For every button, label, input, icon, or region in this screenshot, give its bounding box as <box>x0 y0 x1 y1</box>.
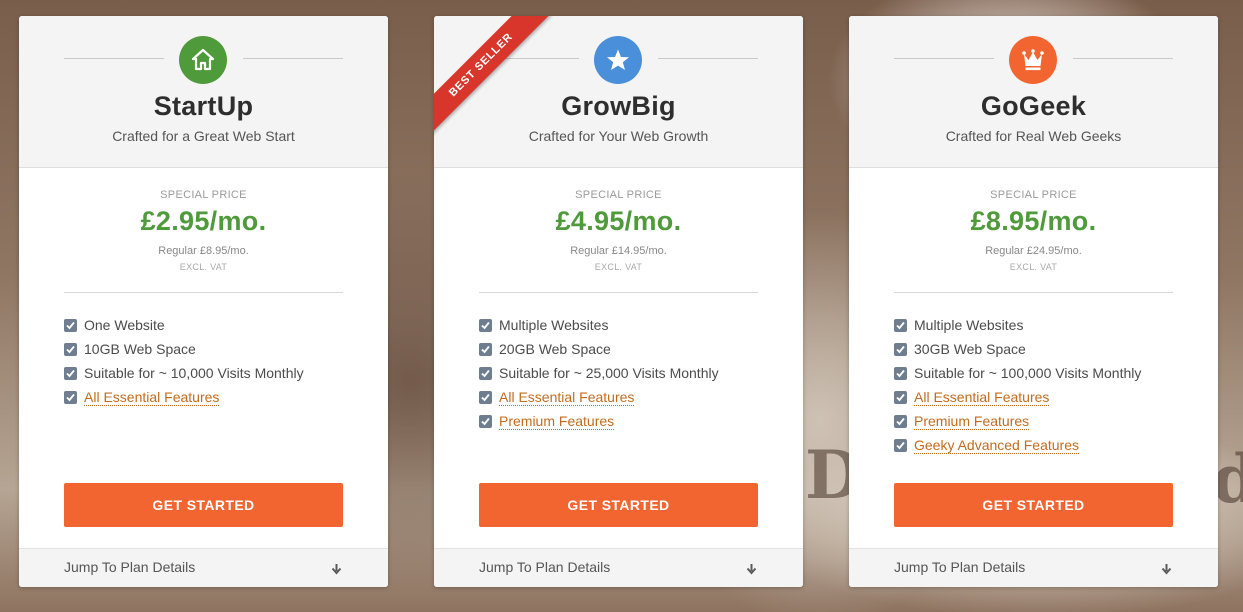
plan-name: GoGeek <box>980 91 1087 121</box>
premium-features-link[interactable]: Premium Features <box>499 413 615 430</box>
special-price-label: SPECIAL PRICE <box>575 189 662 201</box>
all-essential-features-link[interactable]: All Essential Features <box>499 389 635 406</box>
crown-icon <box>1009 36 1057 84</box>
checkbox-checked-icon <box>479 414 492 428</box>
checkbox-checked-icon <box>64 366 77 380</box>
checkbox-checked-icon <box>479 318 492 332</box>
checkbox-checked-icon <box>894 414 907 428</box>
feature-item: All Essential Features <box>64 385 304 409</box>
checkbox-checked-icon <box>894 318 907 332</box>
feature-item: Multiple Websites <box>479 313 719 337</box>
checkbox-checked-icon <box>64 390 77 404</box>
feature-item: All Essential Features <box>894 385 1141 409</box>
all-essential-features-link[interactable]: All Essential Features <box>914 389 1050 406</box>
feature-item: 10GB Web Space <box>64 337 304 361</box>
feature-label: 20GB Web Space <box>499 341 611 357</box>
regular-price: Regular £14.95/mo. <box>570 245 667 257</box>
checkbox-checked-icon <box>64 318 77 332</box>
vat-note: EXCL. VAT <box>1009 262 1058 272</box>
plan-price: £8.95/mo. <box>970 206 1097 236</box>
feature-label: Suitable for ~ 100,000 Visits Monthly <box>914 365 1142 381</box>
get-started-button[interactable]: GET STARTED <box>479 483 758 527</box>
all-essential-features-link[interactable]: All Essential Features <box>84 389 220 406</box>
arrow-down-icon <box>1161 562 1172 580</box>
best-seller-ribbon-label: BEST SELLER <box>434 16 551 135</box>
regular-price: Regular £24.95/mo. <box>985 245 1082 257</box>
vat-note: EXCL. VAT <box>179 262 228 272</box>
jump-to-plan-details-label: Jump To Plan Details <box>64 559 196 575</box>
plan-name: StartUp <box>153 91 254 121</box>
header-divider-right <box>243 58 343 59</box>
price-divider <box>64 292 343 293</box>
arrow-down-icon <box>331 562 342 580</box>
feature-label: One Website <box>84 317 165 333</box>
checkbox-checked-icon <box>894 366 907 380</box>
geeky-advanced-features-link[interactable]: Geeky Advanced Features <box>914 437 1079 454</box>
checkbox-checked-icon <box>894 438 907 452</box>
plan-price: £2.95/mo. <box>140 206 267 236</box>
header-divider-left <box>894 58 994 59</box>
feature-item: 20GB Web Space <box>479 337 719 361</box>
feature-item: Suitable for ~ 10,000 Visits Monthly <box>64 361 304 385</box>
checkbox-checked-icon <box>64 342 77 356</box>
header-divider-right <box>658 58 758 59</box>
jump-to-plan-details[interactable]: Jump To Plan Details <box>434 548 803 587</box>
feature-list: Multiple Websites 20GB Web Space Suitabl… <box>479 313 719 433</box>
plan-price: £4.95/mo. <box>555 206 682 236</box>
plan-subtitle: Crafted for a Great Web Start <box>112 128 295 144</box>
price-divider <box>894 292 1173 293</box>
jump-to-plan-details-label: Jump To Plan Details <box>479 559 611 575</box>
checkbox-checked-icon <box>479 366 492 380</box>
feature-label: Suitable for ~ 25,000 Visits Monthly <box>499 365 719 381</box>
feature-label: Suitable for ~ 10,000 Visits Monthly <box>84 365 304 381</box>
special-price-label: SPECIAL PRICE <box>160 189 247 201</box>
vat-note: EXCL. VAT <box>594 262 643 272</box>
feature-label: 30GB Web Space <box>914 341 1026 357</box>
jump-to-plan-details-label: Jump To Plan Details <box>894 559 1026 575</box>
jump-to-plan-details[interactable]: Jump To Plan Details <box>19 548 388 587</box>
price-divider <box>479 292 758 293</box>
feature-item: Multiple Websites <box>894 313 1141 337</box>
plan-card-gogeek: GoGeek Crafted for Real Web Geeks SPECIA… <box>849 16 1218 587</box>
price-block: SPECIAL PRICE £4.95/mo. Regular £14.95/m… <box>434 189 803 272</box>
plan-subtitle: Crafted for Real Web Geeks <box>945 128 1122 144</box>
feature-item: Suitable for ~ 25,000 Visits Monthly <box>479 361 719 385</box>
plan-card-startup: StartUp Crafted for a Great Web Start SP… <box>19 16 388 587</box>
premium-features-link[interactable]: Premium Features <box>914 413 1030 430</box>
get-started-button[interactable]: GET STARTED <box>64 483 343 527</box>
feature-list: Multiple Websites 30GB Web Space Suitabl… <box>894 313 1141 457</box>
regular-price: Regular £8.95/mo. <box>158 245 249 257</box>
checkbox-checked-icon <box>479 390 492 404</box>
feature-item: Premium Features <box>894 409 1141 433</box>
plan-header: StartUp Crafted for a Great Web Start <box>19 16 388 168</box>
feature-item: All Essential Features <box>479 385 719 409</box>
checkbox-checked-icon <box>479 342 492 356</box>
checkbox-checked-icon <box>894 390 907 404</box>
special-price-label: SPECIAL PRICE <box>990 189 1077 201</box>
feature-label: 10GB Web Space <box>84 341 196 357</box>
arrow-down-icon <box>746 562 757 580</box>
feature-label: Multiple Websites <box>499 317 609 333</box>
feature-list: One Website 10GB Web Space Suitable for … <box>64 313 304 409</box>
header-divider-left <box>64 58 164 59</box>
get-started-button[interactable]: GET STARTED <box>894 483 1173 527</box>
price-block: SPECIAL PRICE £8.95/mo. Regular £24.95/m… <box>849 189 1218 272</box>
feature-item: Geeky Advanced Features <box>894 433 1141 457</box>
home-icon <box>179 36 227 84</box>
plan-header: GoGeek Crafted for Real Web Geeks <box>849 16 1218 168</box>
feature-item: One Website <box>64 313 304 337</box>
price-block: SPECIAL PRICE £2.95/mo. Regular £8.95/mo… <box>19 189 388 272</box>
feature-label: Multiple Websites <box>914 317 1024 333</box>
checkbox-checked-icon <box>894 342 907 356</box>
star-icon <box>594 36 642 84</box>
plan-card-growbig: GrowBig Crafted for Your Web Growth BEST… <box>434 16 803 587</box>
feature-item: Suitable for ~ 100,000 Visits Monthly <box>894 361 1141 385</box>
best-seller-ribbon: BEST SELLER <box>434 16 564 146</box>
feature-item: Premium Features <box>479 409 719 433</box>
header-divider-right <box>1073 58 1173 59</box>
jump-to-plan-details[interactable]: Jump To Plan Details <box>849 548 1218 587</box>
feature-item: 30GB Web Space <box>894 337 1141 361</box>
